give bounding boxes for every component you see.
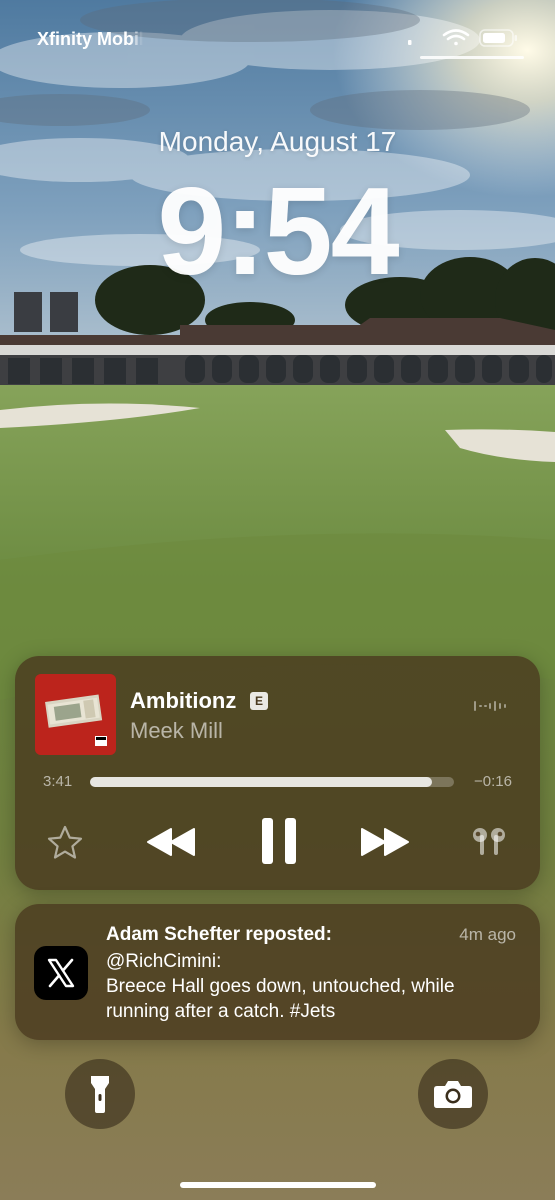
fast-forward-icon (361, 828, 409, 856)
album-art-image (35, 674, 116, 755)
fast-forward-button[interactable] (357, 822, 413, 862)
waveform-icon[interactable] (473, 698, 507, 714)
notification-body: @RichCimini: Breece Hall goes down, unto… (106, 949, 516, 1024)
status-bar-indicator (420, 56, 524, 59)
explicit-badge: E (250, 692, 268, 710)
notification-handle: @RichCimini: (106, 951, 222, 972)
notification-title: Adam Schefter reposted: (106, 924, 332, 945)
track-artist: Meek Mill (130, 718, 223, 743)
flashlight-button[interactable] (65, 1059, 135, 1129)
x-app-icon (34, 946, 88, 1000)
status-icons (408, 29, 517, 47)
notification-message: Breece Hall goes down, untouched, while … (106, 976, 455, 1022)
elapsed-time: 3:41 (43, 773, 73, 790)
pause-button[interactable] (254, 814, 304, 868)
now-playing-widget[interactable]: Ambitionz E Meek Mill 3:41 −0:16 (15, 656, 540, 890)
track-title: Ambitionz (130, 688, 237, 713)
pause-icon (262, 818, 296, 864)
signal-icon (408, 40, 412, 45)
camera-button[interactable] (418, 1059, 488, 1129)
playback-scrubber[interactable] (90, 777, 454, 787)
airpods-icon (473, 828, 505, 855)
camera-icon (434, 1081, 472, 1108)
notification-time: 4m ago (459, 925, 516, 944)
audio-output-button[interactable] (467, 822, 511, 862)
playback-progress (90, 777, 433, 787)
x-logo-icon (47, 958, 75, 988)
favorite-button[interactable] (44, 822, 86, 864)
remaining-time: −0:16 (474, 773, 512, 790)
lock-screen-time: 9:54 (157, 163, 399, 301)
home-indicator[interactable] (180, 1182, 376, 1188)
rewind-button[interactable] (143, 822, 199, 862)
carrier-name: Xfinity Mobile (37, 29, 143, 49)
album-art[interactable] (35, 674, 116, 755)
star-icon (47, 825, 83, 859)
notification-card[interactable]: Adam Schefter reposted: 4m ago @RichCimi… (15, 904, 540, 1040)
flashlight-icon (91, 1076, 109, 1113)
lock-screen-date: Monday, August 17 (158, 126, 397, 157)
rewind-icon (147, 828, 195, 856)
battery-icon (479, 29, 517, 47)
wifi-icon (442, 29, 470, 46)
